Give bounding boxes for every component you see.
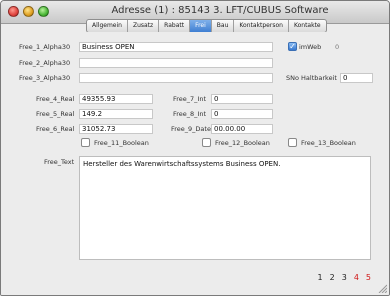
bool11-checkbox[interactable] — [81, 138, 90, 147]
int7-label: Free_7_Int — [173, 95, 207, 103]
real4-label: Free_4_Real — [36, 95, 75, 103]
tab-bar: Allgemein Zusatz Rabatt Frei Bau Kontakt… — [86, 19, 327, 33]
page-4-link[interactable]: 4 — [354, 273, 359, 282]
free2-label: Free_2_Alpha30 — [19, 59, 71, 67]
tab-kontaktperson[interactable]: Kontaktperson — [234, 20, 289, 32]
int8-label: Free_8_Int — [173, 110, 207, 118]
imweb-label: imWeb — [299, 43, 322, 51]
resize-grip-icon[interactable] — [377, 283, 387, 293]
date9-label: Free_9_Date — [171, 125, 211, 133]
int7-field[interactable]: 0 — [211, 94, 273, 104]
real5-label: Free_5_Real — [36, 110, 75, 118]
tab-frei[interactable]: Frei — [190, 20, 212, 32]
minimize-icon[interactable] — [23, 6, 34, 17]
close-icon[interactable] — [8, 6, 19, 17]
imweb-checkbox[interactable]: ✓ — [288, 42, 297, 51]
int8-field[interactable]: 0 — [211, 109, 273, 119]
page-2-link[interactable]: 2 — [330, 273, 335, 282]
bool11-label: Free_11_Boolean — [94, 139, 149, 147]
form-content: Free_1_Alpha30 Business OPEN ✓ imWeb 0 F… — [1, 32, 389, 295]
free1-label: Free_1_Alpha30 — [19, 43, 71, 51]
zoom-icon[interactable] — [38, 6, 49, 17]
free3-label: Free_3_Alpha30 — [19, 74, 71, 82]
real5-field[interactable]: 149.2 — [79, 109, 153, 119]
date9-field[interactable]: 00.00.00 — [211, 124, 273, 134]
freetext-label: Free_Text — [44, 158, 75, 166]
real4-field[interactable]: 49355.93 — [79, 94, 153, 104]
record-pager: 1 2 3 4 5 — [318, 273, 371, 282]
page-3-link[interactable]: 3 — [342, 273, 347, 282]
bool13-checkbox[interactable] — [288, 138, 297, 147]
bool13-label: Free_13_Boolean — [301, 139, 356, 147]
tab-zusatz[interactable]: Zusatz — [128, 20, 160, 32]
window-title: Adresse (1) : 85143 3. LFT/CUBUS Softwar… — [111, 5, 329, 16]
real6-field[interactable]: 31052.73 — [79, 124, 153, 134]
page-5-link[interactable]: 5 — [366, 273, 371, 282]
imweb-extra-value: 0 — [335, 43, 340, 51]
bool12-checkbox[interactable] — [202, 138, 211, 147]
real6-label: Free_6_Real — [36, 125, 75, 133]
free1-field[interactable]: Business OPEN — [79, 42, 273, 52]
freetext-area[interactable]: Hersteller des Warenwirtschaftssystems B… — [79, 156, 371, 260]
sno-field[interactable]: 0 — [340, 73, 373, 83]
bool12-label: Free_12_Boolean — [215, 139, 270, 147]
page-1-link[interactable]: 1 — [318, 273, 323, 282]
tab-kontakte[interactable]: Kontakte — [289, 20, 326, 32]
sno-label: SNo Haltbarkeit — [286, 74, 337, 82]
free3-field[interactable] — [79, 73, 273, 83]
tab-bau[interactable]: Bau — [212, 20, 235, 32]
tab-rabatt[interactable]: Rabatt — [159, 20, 191, 32]
free2-field[interactable] — [79, 58, 273, 68]
app-window: Adresse (1) : 85143 3. LFT/CUBUS Softwar… — [0, 0, 390, 296]
tab-allgemein[interactable]: Allgemein — [87, 20, 128, 32]
